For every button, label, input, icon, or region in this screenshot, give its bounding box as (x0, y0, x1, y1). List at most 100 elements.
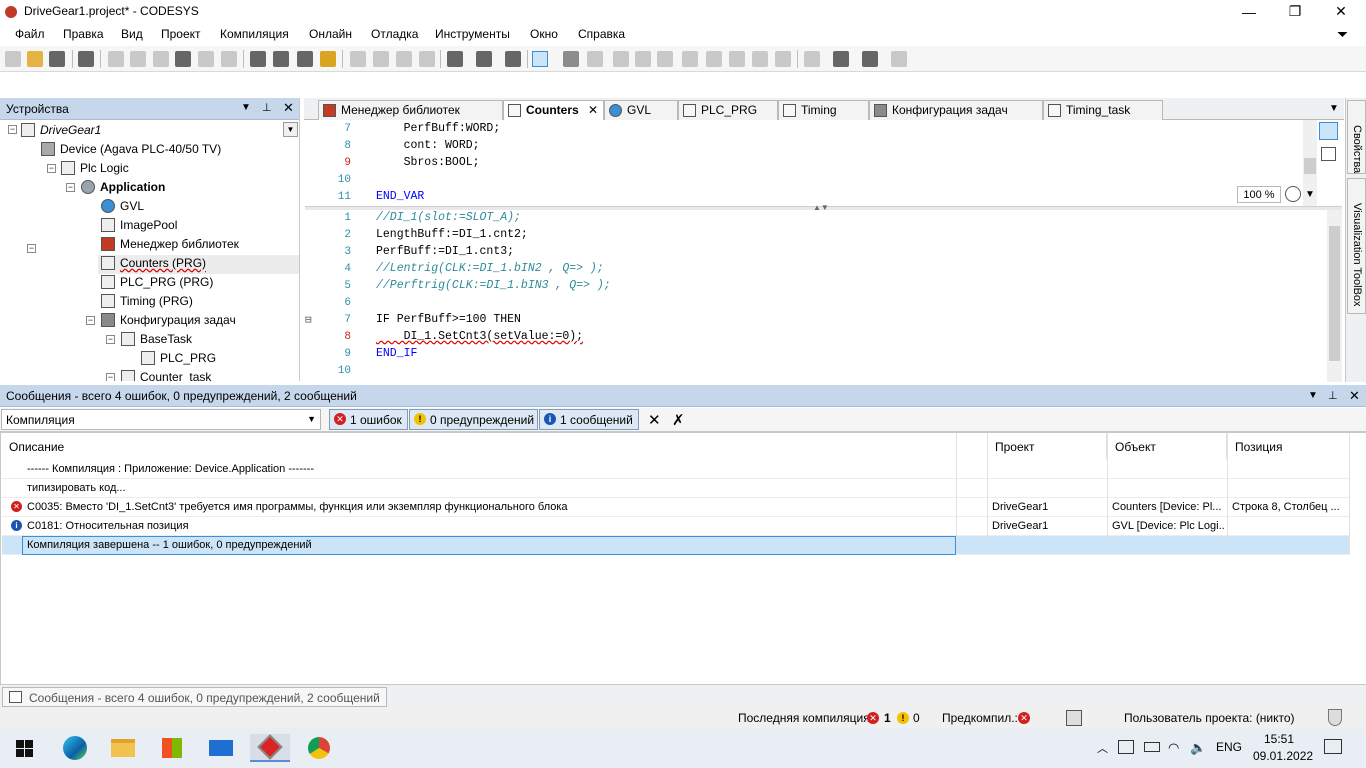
menu-file[interactable]: Файл (15, 27, 45, 41)
tab-task-config[interactable]: Конфигурация задач (869, 100, 1043, 120)
tab-list-dropdown-icon[interactable]: ▼ (1329, 103, 1339, 114)
clock-time[interactable]: 15:51 (1264, 732, 1294, 746)
menu-project[interactable]: Проект (161, 27, 201, 41)
menu-build[interactable]: Компиляция (220, 27, 289, 41)
tree-item-imagepool[interactable]: ImagePool (101, 217, 177, 236)
run-icon[interactable] (613, 51, 629, 67)
copy-icon[interactable] (175, 51, 191, 67)
menu-view[interactable]: Вид (121, 27, 143, 41)
windows-start-icon[interactable] (4, 734, 44, 762)
tabular-view-icon[interactable] (1321, 147, 1336, 161)
force-values-icon[interactable] (862, 51, 878, 67)
zoom-level[interactable]: 100 % (1237, 186, 1281, 203)
tab-close-icon[interactable]: ✕ (588, 103, 598, 117)
device-overview-icon[interactable] (532, 51, 548, 67)
security-shield-icon[interactable] (1328, 709, 1342, 726)
minimize-button[interactable]: — (1226, 0, 1272, 23)
tab-counters[interactable]: Counters ✕ (503, 100, 604, 120)
menu-debug[interactable]: Отладка (371, 27, 418, 41)
zoom-icon[interactable] (1285, 186, 1301, 202)
input-language[interactable]: ENG (1216, 740, 1242, 754)
breakpoint-icon[interactable] (775, 51, 791, 67)
precompile-error-icon[interactable]: ✕ (1018, 712, 1030, 724)
write-values-icon[interactable] (833, 51, 849, 67)
zoom-dropdown-icon[interactable]: ▼ (1305, 189, 1315, 200)
bookmark-toggle-icon[interactable] (350, 51, 366, 67)
fold-collapse-icon[interactable]: ⊟ (305, 313, 312, 327)
tree-item-application[interactable]: Application (81, 179, 165, 198)
expander-icon[interactable]: − (66, 183, 75, 192)
tree-item-gvl[interactable]: GVL (101, 198, 144, 217)
store-icon[interactable] (152, 734, 192, 762)
tree-item-counter-task[interactable]: Counter_task (121, 369, 211, 381)
clock-date[interactable]: 09.01.2022 (1253, 749, 1313, 763)
table-row[interactable]: i C0181: Относительная позиция DriveGear… (2, 517, 1350, 536)
panel-close-icon[interactable]: ✕ (283, 100, 294, 116)
cut-icon[interactable] (153, 51, 169, 67)
declaration-editor[interactable]: 7 8 9 10 11 PerfBuff:WORD; cont: WORD; S… (305, 120, 1315, 206)
new-file-icon[interactable] (5, 51, 21, 67)
expander-icon[interactable]: − (27, 244, 36, 253)
expander-icon[interactable]: − (106, 335, 115, 344)
expander-icon[interactable]: − (106, 373, 115, 381)
maximize-button[interactable]: ❐ (1272, 0, 1318, 23)
close-button[interactable]: ✕ (1318, 0, 1364, 23)
warnings-filter-button[interactable]: ! 0 предупреждений (409, 409, 538, 430)
message-category-select[interactable]: Компиляция ▼ (1, 409, 321, 430)
scrollbar-thumb[interactable] (1304, 158, 1316, 174)
undo-icon[interactable] (108, 51, 124, 67)
volume-icon[interactable]: 🔈 (1190, 740, 1206, 756)
table-row-selected[interactable]: Компиляция завершена -- 1 ошибок, 0 пред… (2, 536, 1350, 555)
paste-icon[interactable] (198, 51, 214, 67)
tree-item-task-config[interactable]: Конфигурация задач (101, 312, 236, 331)
codesys-taskbar-icon[interactable] (250, 734, 290, 762)
implementation-editor[interactable]: 1 2 3 4 5 6 7 8 9 10 ⊟ //DI_1(slot:=SLOT… (305, 210, 1327, 382)
find-icon[interactable] (250, 51, 266, 67)
table-row[interactable]: типизировать код... (2, 479, 1350, 498)
panel-close-icon[interactable]: ✕ (1349, 388, 1360, 404)
messages-filter-button[interactable]: i1 сообщений (539, 409, 639, 430)
column-header-object[interactable]: Объект (1107, 433, 1227, 459)
textual-view-icon[interactable] (1319, 122, 1338, 140)
replace-icon[interactable] (320, 51, 336, 67)
panel-menu-icon[interactable]: ▼ (1308, 390, 1318, 401)
find-replace-icon[interactable] (273, 51, 289, 67)
login-icon[interactable] (563, 51, 579, 67)
menu-edit[interactable]: Правка (63, 27, 104, 41)
errors-filter-button[interactable]: ✕ 1 ошибок (329, 409, 408, 430)
panel-menu-icon[interactable]: ▼ (241, 102, 251, 113)
tree-item-device[interactable]: Device (Agava PLC-40/50 TV) (41, 141, 221, 160)
redo-icon[interactable] (130, 51, 146, 67)
tab-gvl[interactable]: GVL (604, 100, 678, 120)
run-to-cursor-icon[interactable] (752, 51, 768, 67)
clear-messages-icon[interactable]: ✕ (648, 411, 661, 429)
tree-item-basetask-plc-prg[interactable]: PLC_PRG (141, 350, 216, 369)
tree-item-timing[interactable]: Timing (PRG) (101, 293, 193, 312)
stop-icon[interactable] (635, 51, 651, 67)
logout-icon[interactable] (587, 51, 603, 67)
bookmark-prev-icon[interactable] (373, 51, 389, 67)
wifi-icon[interactable]: ◠ (1168, 740, 1179, 756)
expander-icon[interactable]: − (86, 316, 95, 325)
tree-item-plc-prg[interactable]: PLC_PRG (PRG) (101, 274, 213, 293)
step-out-icon[interactable] (729, 51, 745, 67)
tree-item-project[interactable]: DriveGear1 (21, 122, 281, 141)
menu-help[interactable]: Справка (578, 27, 625, 41)
file-explorer-icon[interactable] (103, 734, 143, 762)
bookmark-icon[interactable] (297, 51, 313, 67)
tree-dropdown-icon[interactable]: ▼ (283, 122, 298, 137)
menu-tools[interactable]: Инструменты (435, 27, 510, 41)
tab-timing-task[interactable]: Timing_task (1043, 100, 1163, 120)
notifications-icon[interactable] (1324, 739, 1342, 754)
tree-item-plc-logic[interactable]: Plc Logic (61, 160, 129, 179)
tree-item-counters[interactable]: Counters (PRG) (98, 255, 299, 274)
tray-app-icon[interactable] (1118, 740, 1134, 754)
delete-icon[interactable] (221, 51, 237, 67)
pin-icon[interactable]: ⊥ (1328, 389, 1338, 402)
column-header-project[interactable]: Проект (987, 433, 1107, 459)
print-icon[interactable] (78, 51, 94, 67)
open-folder-icon[interactable] (27, 51, 43, 67)
expander-icon[interactable]: − (47, 164, 56, 173)
tree-item-basetask[interactable]: BaseTask (121, 331, 192, 350)
pin-icon[interactable]: ⊥ (262, 101, 272, 114)
